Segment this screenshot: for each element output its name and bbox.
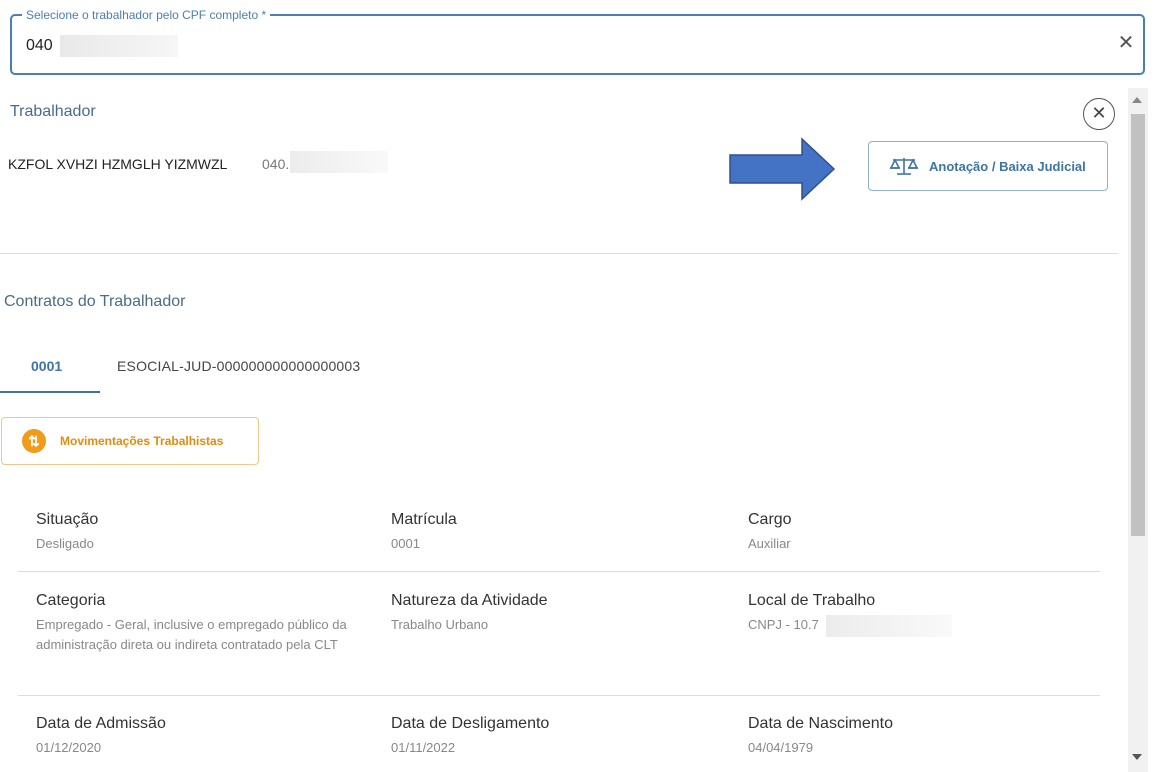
scroll-down-arrow-icon[interactable] (1132, 754, 1142, 760)
field-label: Matrícula (391, 511, 457, 528)
field-situacao: Situação Desligado (36, 510, 98, 554)
field-data-desligamento: Data de Desligamento 01/11/2022 (391, 714, 549, 758)
movements-button-label: Movimentações Trabalhistas (60, 434, 224, 448)
cpf-input-value[interactable]: 040 (26, 37, 53, 55)
tab-contract-esocial-jud[interactable]: ESOCIAL-JUD-000000000000000003 (117, 358, 360, 374)
clear-icon[interactable]: ✕ (1115, 32, 1137, 54)
field-value: 01/12/2020 (36, 740, 102, 755)
cpf-select-field[interactable]: Selecione o trabalhador pelo CPF complet… (10, 7, 1145, 75)
close-icon[interactable]: ✕ (1083, 98, 1115, 130)
field-cargo: Cargo Auxiliar (748, 510, 792, 554)
redacted-cpf-mask (290, 151, 388, 173)
field-label: Natureza da Atividade (391, 592, 548, 609)
field-data-nascimento: Data de Nascimento 04/04/1979 (748, 714, 893, 758)
tab-contract-0001[interactable]: 0001 (31, 358, 62, 374)
judicial-annotation-button[interactable]: Anotação / Baixa Judicial (868, 141, 1108, 191)
scroll-up-arrow-icon[interactable] (1132, 97, 1142, 103)
up-down-arrows-icon: ⇅ (22, 429, 46, 453)
field-label: Situação (36, 511, 99, 528)
field-value: 0001 (391, 536, 420, 551)
scrollbar-thumb[interactable] (1131, 114, 1145, 536)
field-value: Desligado (36, 536, 94, 551)
right-arrow-icon (729, 137, 836, 201)
worker-name: KZFOL XVHZI HZMGLH YIZMWZL (8, 156, 228, 172)
worker-cpf: 040. (262, 156, 290, 172)
field-value: Empregado - Geral, inclusive o empregado… (36, 617, 347, 652)
field-matricula: Matrícula 0001 (391, 510, 457, 554)
labor-movements-button[interactable]: ⇅ Movimentações Trabalhistas (1, 417, 259, 465)
row-divider (18, 695, 1100, 696)
active-tab-indicator (0, 391, 100, 393)
field-label: Data de Nascimento (748, 715, 893, 732)
field-value: Auxiliar (748, 536, 791, 551)
field-categoria: Categoria Empregado - Geral, inclusive o… (36, 591, 356, 655)
balance-scale-icon (889, 158, 919, 175)
section-divider (0, 253, 1118, 254)
field-natureza: Natureza da Atividade Trabalho Urbano (391, 591, 548, 635)
field-data-admissao: Data de Admissão 01/12/2020 (36, 714, 166, 758)
field-label: Cargo (748, 511, 792, 528)
cpf-field-label: Selecione o trabalhador pelo CPF complet… (22, 7, 271, 23)
field-value: Trabalho Urbano (391, 617, 489, 632)
row-divider (18, 571, 1100, 572)
judicial-button-label: Anotação / Baixa Judicial (929, 158, 1086, 174)
contracts-section-title: Contratos do Trabalhador (4, 293, 186, 310)
field-label: Local de Trabalho (748, 592, 876, 609)
field-label: Data de Admissão (36, 715, 166, 732)
field-label: Data de Desligamento (391, 715, 550, 732)
vertical-scrollbar[interactable] (1128, 88, 1148, 772)
worker-section-title: Trabalhador (10, 103, 96, 120)
field-value: 04/04/1979 (748, 740, 814, 755)
field-label: Categoria (36, 592, 106, 609)
field-value: 01/11/2022 (391, 740, 456, 755)
redacted-cnpj-mask (826, 615, 952, 637)
redacted-cpf-mask (60, 35, 178, 57)
